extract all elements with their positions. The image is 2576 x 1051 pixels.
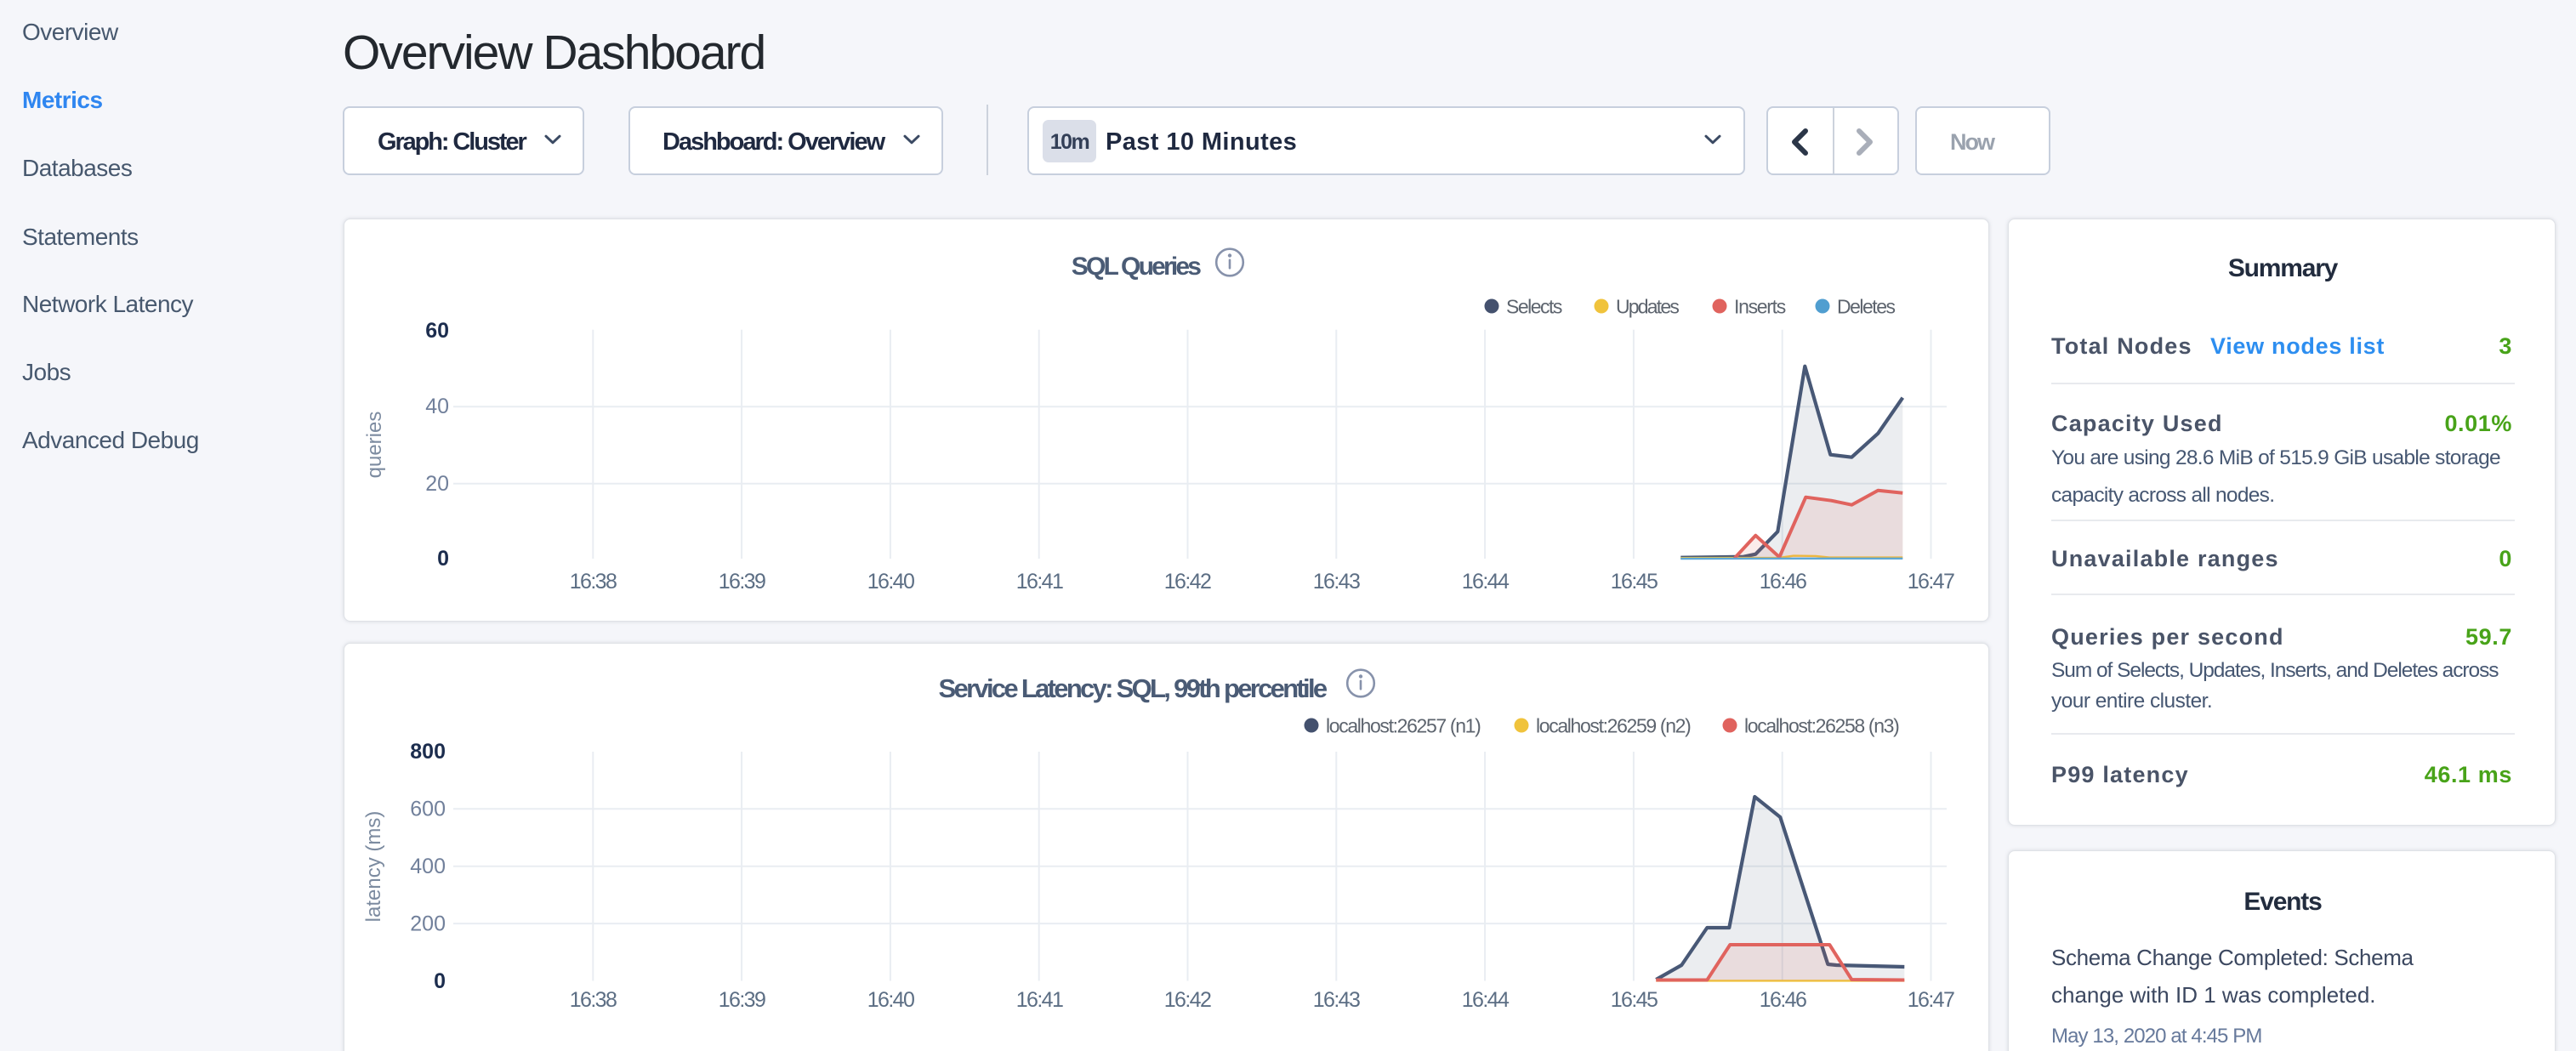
svg-text:16:41: 16:41 bbox=[1016, 988, 1063, 1012]
svg-text:16:46: 16:46 bbox=[1760, 570, 1806, 594]
svg-text:Updates: Updates bbox=[1616, 296, 1679, 318]
svg-text:800: 800 bbox=[410, 740, 446, 764]
svg-text:600: 600 bbox=[410, 798, 446, 821]
svg-text:200: 200 bbox=[410, 912, 446, 936]
svg-text:16:42: 16:42 bbox=[1164, 570, 1211, 594]
svg-text:16:47: 16:47 bbox=[1908, 988, 1954, 1012]
svg-text:40: 40 bbox=[425, 395, 449, 418]
svg-text:localhost:26257 (n1): localhost:26257 (n1) bbox=[1326, 715, 1481, 737]
svg-text:60: 60 bbox=[425, 319, 449, 343]
svg-text:16:43: 16:43 bbox=[1313, 570, 1360, 594]
svg-text:16:39: 16:39 bbox=[719, 988, 765, 1012]
svg-text:20: 20 bbox=[425, 472, 449, 496]
svg-text:latency (ms): latency (ms) bbox=[362, 811, 385, 923]
svg-text:16:44: 16:44 bbox=[1462, 570, 1510, 594]
svg-text:16:41: 16:41 bbox=[1016, 570, 1063, 594]
svg-text:0: 0 bbox=[434, 969, 446, 993]
svg-text:16:40: 16:40 bbox=[867, 570, 914, 594]
svg-text:Deletes: Deletes bbox=[1837, 296, 1895, 318]
svg-text:queries: queries bbox=[363, 412, 386, 479]
svg-text:16:44: 16:44 bbox=[1462, 988, 1510, 1012]
svg-text:16:38: 16:38 bbox=[570, 570, 617, 594]
svg-text:16:43: 16:43 bbox=[1313, 988, 1360, 1012]
svg-text:Service Latency: SQL, 99th per: Service Latency: SQL, 99th percentile bbox=[939, 673, 1328, 703]
svg-text:16:45: 16:45 bbox=[1611, 988, 1658, 1012]
svg-text:Inserts: Inserts bbox=[1734, 296, 1786, 318]
svg-text:16:47: 16:47 bbox=[1908, 570, 1954, 594]
svg-text:16:38: 16:38 bbox=[570, 988, 617, 1012]
svg-text:16:46: 16:46 bbox=[1760, 988, 1806, 1012]
svg-text:16:42: 16:42 bbox=[1164, 988, 1211, 1012]
svg-text:Selects: Selects bbox=[1506, 296, 1562, 318]
svg-text:400: 400 bbox=[410, 855, 446, 878]
svg-text:localhost:26259 (n2): localhost:26259 (n2) bbox=[1536, 715, 1691, 737]
svg-text:localhost:26258 (n3): localhost:26258 (n3) bbox=[1744, 715, 1899, 737]
svg-text:16:39: 16:39 bbox=[719, 570, 765, 594]
svg-text:16:45: 16:45 bbox=[1611, 570, 1658, 594]
svg-text:SQL Queries: SQL Queries bbox=[1072, 253, 1202, 281]
svg-text:0: 0 bbox=[437, 547, 449, 571]
svg-text:16:40: 16:40 bbox=[867, 988, 914, 1012]
